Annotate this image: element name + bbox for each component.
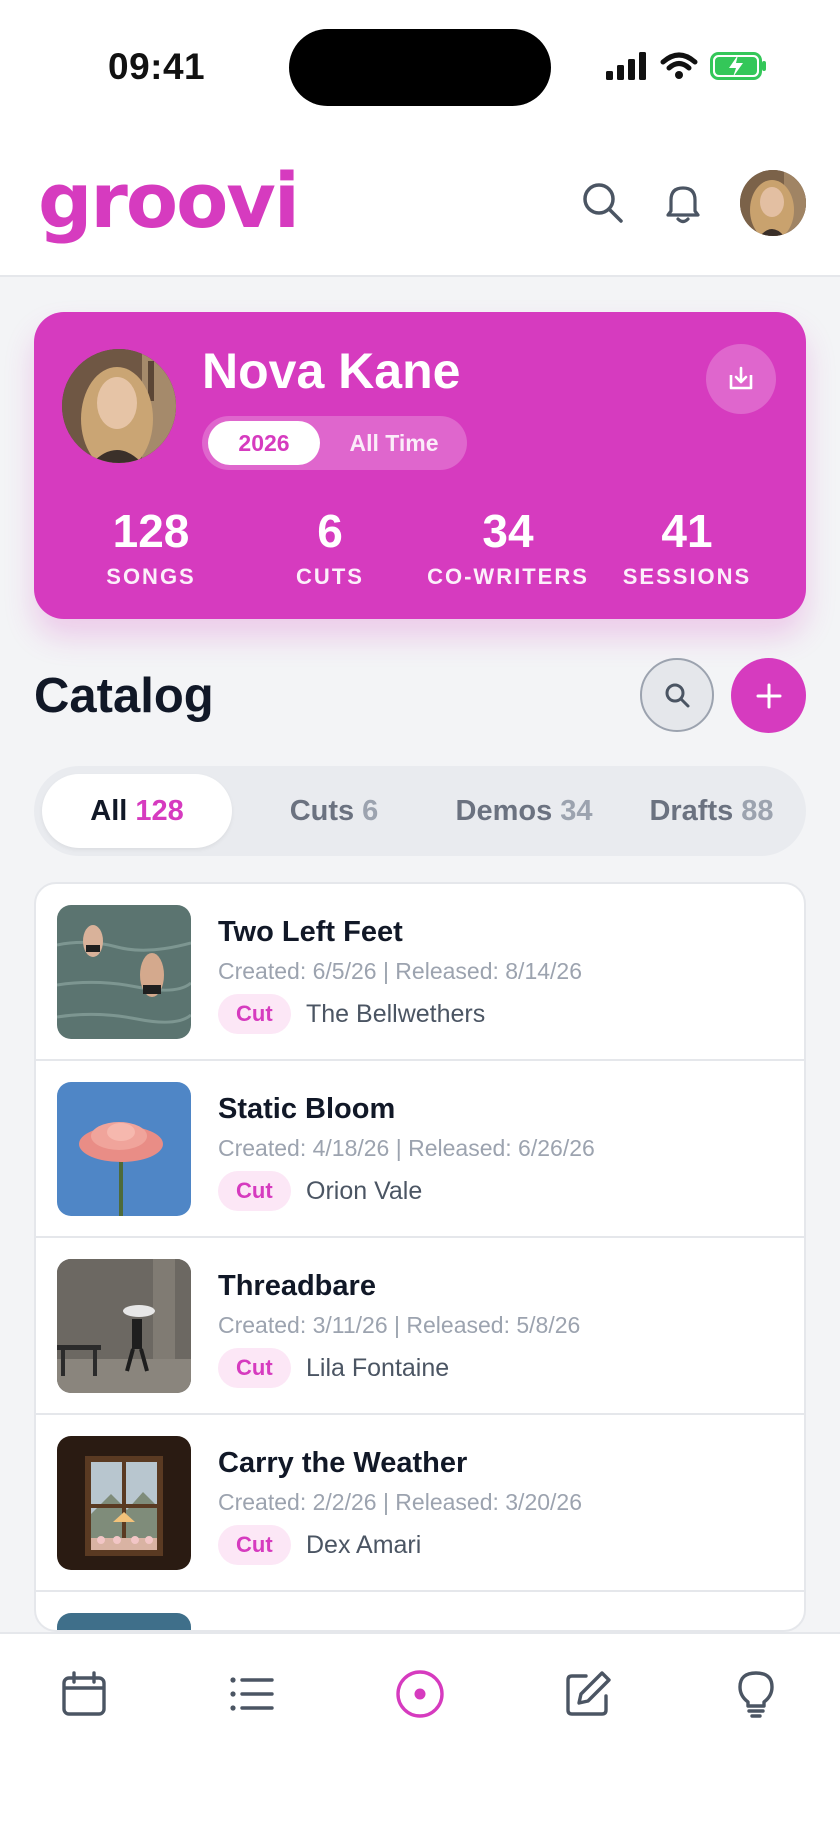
add-song-button[interactable] — [731, 658, 806, 733]
stat-label: CUTS — [296, 564, 364, 589]
stat-value: 34 — [482, 505, 534, 557]
calendar-icon[interactable] — [58, 1668, 110, 1720]
tab-cuts[interactable]: Cuts 6 — [244, 774, 424, 848]
status-badge: Cut — [218, 1525, 291, 1565]
wifi-icon — [660, 52, 698, 79]
period-option-2026[interactable]: 2026 — [208, 421, 320, 465]
download-button[interactable] — [706, 344, 776, 414]
tab-count: 34 — [560, 795, 593, 827]
stat-sessions: 41 SESSIONS — [597, 506, 777, 590]
period-toggle: 2026 All Time — [202, 416, 467, 470]
status-bar: 09:41 — [0, 0, 840, 130]
tab-label: Drafts — [649, 795, 734, 827]
status-time: 09:41 — [108, 46, 206, 87]
catalog-search-button[interactable] — [640, 658, 714, 732]
song-row[interactable]: Carry the Weather Created: 2/2/26 | Rele… — [36, 1415, 804, 1592]
stat-label: SESSIONS — [622, 564, 752, 589]
search-icon[interactable] — [580, 180, 626, 226]
tab-count: 88 — [741, 795, 774, 827]
app-logo[interactable]: groovi — [38, 156, 300, 245]
tab-count: 6 — [362, 795, 379, 827]
bottom-navigation — [0, 1632, 840, 1826]
stat-value: 128 — [112, 505, 190, 557]
period-option-all-time[interactable]: All Time — [330, 421, 458, 465]
stat-cuts: 6 CUTS — [240, 506, 420, 590]
stat-label: SONGS — [106, 564, 196, 589]
song-list: Two Left Feet Created: 6/5/26 | Released… — [34, 882, 806, 1632]
song-title: Carry the Weather — [218, 1447, 468, 1479]
app-header: groovi — [0, 130, 840, 277]
disc-icon[interactable] — [394, 1668, 446, 1720]
profile-summary-card: Nova Kane 2026 All Time 128 SONGS 6 CUTS… — [34, 312, 806, 619]
catalog-filter-tabs: All 128 Cuts 6 Demos 34 Drafts 88 — [34, 766, 806, 856]
song-dates: Created: 6/5/26 | Released: 8/14/26 — [218, 958, 583, 984]
stat-label: CO-WRITERS — [427, 564, 589, 589]
song-dates: Created: 3/11/26 | Released: 5/8/26 — [218, 1312, 581, 1338]
song-artwork — [57, 1259, 191, 1393]
song-artist: Dex Amari — [306, 1531, 422, 1559]
lightbulb-icon[interactable] — [730, 1668, 782, 1720]
stat-value: 41 — [661, 505, 713, 557]
tab-label: Cuts — [289, 795, 355, 827]
song-title: Two Left Feet — [218, 916, 403, 948]
song-artwork — [57, 1082, 191, 1216]
song-row[interactable]: Static Bloom Created: 4/18/26 | Released… — [36, 1061, 804, 1238]
song-dates: Created: 4/18/26 | Released: 6/26/26 — [218, 1135, 595, 1161]
status-badge: Cut — [218, 1348, 291, 1388]
user-avatar[interactable] — [740, 170, 806, 236]
stat-value: 6 — [317, 505, 343, 557]
download-icon — [729, 366, 753, 390]
song-artist: The Bellwethers — [306, 1000, 486, 1028]
song-dates: Created: 2/2/26 | Released: 3/20/26 — [218, 1489, 583, 1515]
song-artwork — [57, 1613, 191, 1630]
tab-label: All — [90, 795, 128, 827]
song-row[interactable]: Threadbare Created: 3/11/26 | Released: … — [36, 1238, 804, 1415]
song-artwork — [57, 905, 191, 1039]
list-icon[interactable] — [226, 1668, 278, 1720]
song-artist: Orion Vale — [306, 1177, 423, 1205]
cellular-signal-icon — [606, 52, 646, 80]
status-badge: Cut — [218, 994, 291, 1034]
song-artwork — [57, 1436, 191, 1570]
edit-icon[interactable] — [562, 1668, 614, 1720]
profile-avatar — [62, 349, 176, 463]
song-row-partial[interactable] — [36, 1592, 804, 1630]
song-row[interactable]: Two Left Feet Created: 6/5/26 | Released… — [36, 884, 804, 1061]
battery-charging-icon — [710, 52, 766, 80]
catalog-title: Catalog — [34, 669, 214, 723]
bell-icon[interactable] — [660, 180, 706, 226]
status-badge: Cut — [218, 1171, 291, 1211]
tab-demos[interactable]: Demos 34 — [429, 774, 619, 848]
tab-label: Demos — [455, 795, 553, 827]
stat-songs: 128 SONGS — [61, 506, 241, 590]
tab-drafts[interactable]: Drafts 88 — [624, 774, 799, 848]
plus-icon — [756, 683, 781, 708]
song-artist: Lila Fontaine — [306, 1354, 450, 1382]
profile-name: Nova Kane — [202, 343, 461, 399]
status-icons — [606, 52, 768, 80]
tab-count: 128 — [135, 795, 184, 827]
search-icon — [665, 683, 690, 708]
tab-all[interactable]: All 128 — [42, 774, 232, 848]
stat-co-writers: 34 CO-WRITERS — [408, 506, 608, 590]
song-title: Static Bloom — [218, 1093, 396, 1125]
dynamic-island — [289, 29, 551, 106]
song-title: Threadbare — [218, 1270, 376, 1302]
